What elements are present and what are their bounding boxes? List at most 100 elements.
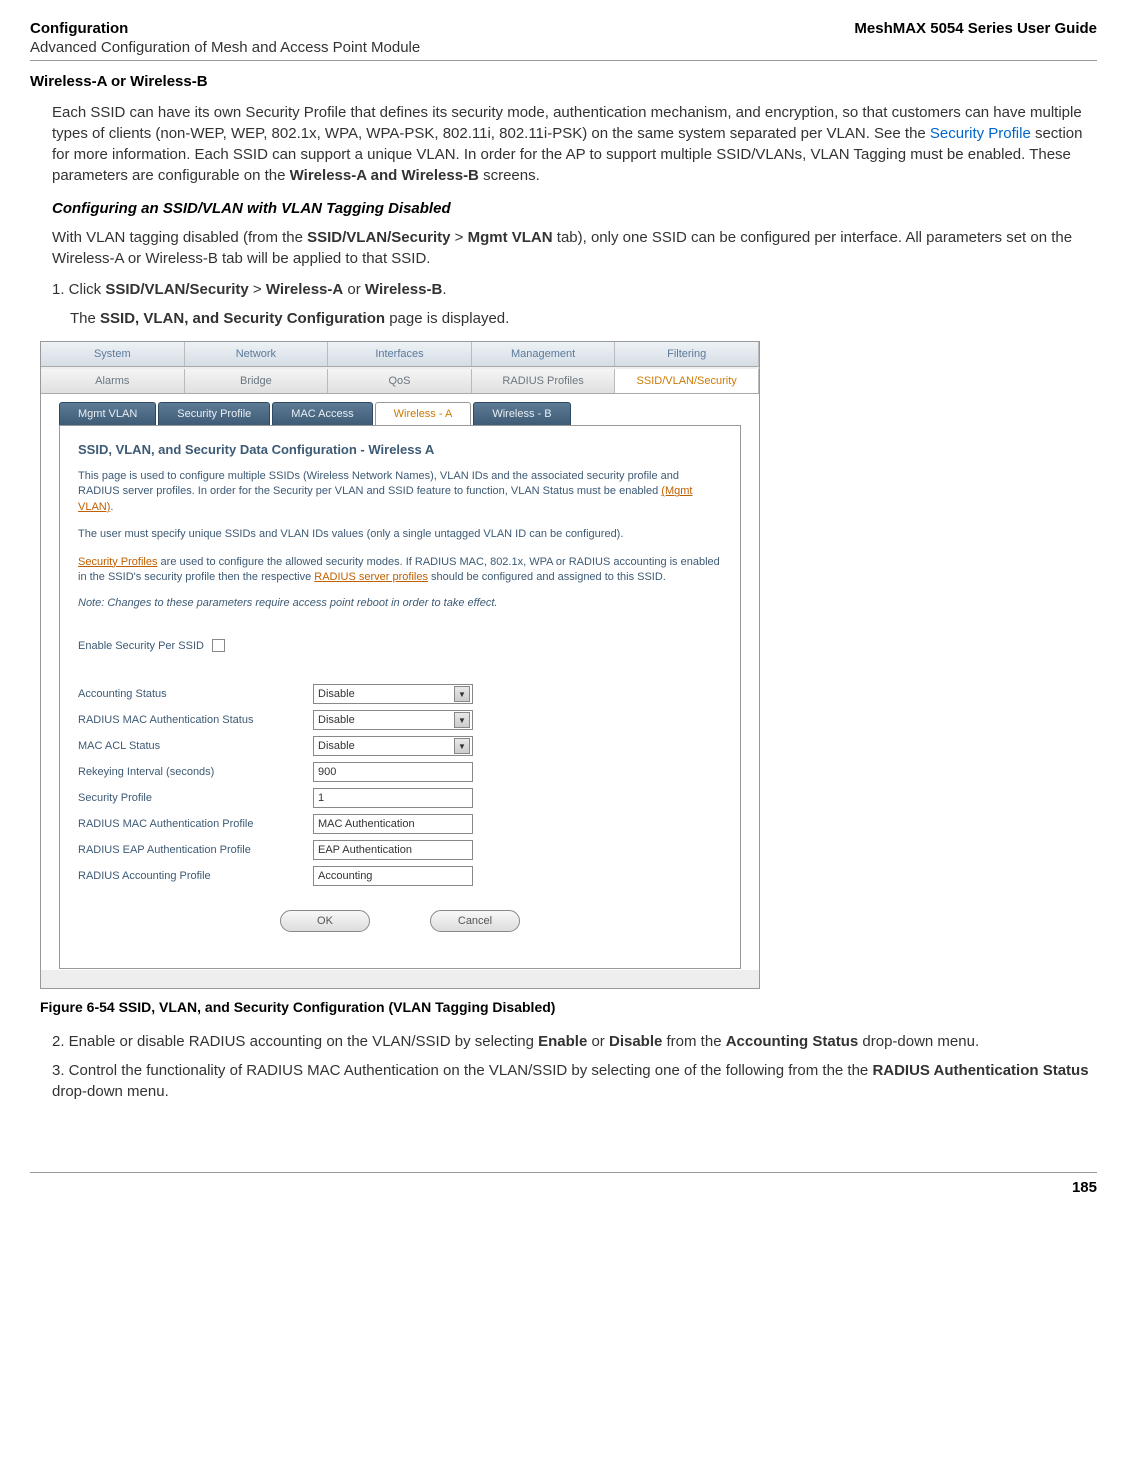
tab-network[interactable]: Network [185, 342, 329, 366]
radius-mac-auth-profile-label: RADIUS MAC Authentication Profile [78, 818, 313, 830]
ok-button[interactable]: OK [280, 910, 370, 932]
tab-interfaces[interactable]: Interfaces [328, 342, 472, 366]
step1-mid1: > [249, 281, 266, 298]
config-screenshot: System Network Interfaces Management Fil… [40, 341, 760, 989]
step1-b2: Wireless-A [266, 281, 343, 298]
enable-security-row: Enable Security Per SSID [78, 639, 722, 652]
para2-text1: With VLAN tagging disabled (from the [52, 229, 307, 246]
chevron-down-icon: ▼ [454, 712, 470, 728]
radius-mac-auth-profile-input[interactable]: MAC Authentication [313, 814, 473, 834]
step2-num: 2. Enable or disable RADIUS accounting o… [52, 1033, 538, 1050]
cancel-button[interactable]: Cancel [430, 910, 520, 932]
security-profiles-link[interactable]: Security Profiles [78, 556, 157, 568]
radius-mac-auth-status-label: RADIUS MAC Authentication Status [78, 714, 313, 726]
tab-alarms[interactable]: Alarms [41, 369, 185, 393]
step2-mid2: from the [662, 1033, 725, 1050]
security-profile-row: Security Profile 1 [78, 788, 722, 808]
accounting-status-value: Disable [318, 688, 355, 700]
subtab-wireless-b[interactable]: Wireless - B [473, 402, 570, 426]
radius-eap-auth-profile-row: RADIUS EAP Authentication Profile EAP Au… [78, 840, 722, 860]
radius-server-profiles-link[interactable]: RADIUS server profiles [314, 571, 428, 583]
sub-heading: Configuring an SSID/VLAN with VLAN Taggi… [52, 200, 1097, 217]
panel-text3-end: should be configured and assigned to thi… [428, 571, 666, 583]
step1-b1: SSID/VLAN/Security [105, 281, 248, 298]
panel-text1-pre: This page is used to configure multiple … [78, 470, 679, 497]
tab-management[interactable]: Management [472, 342, 616, 366]
tab-filtering[interactable]: Filtering [615, 342, 759, 366]
panel-text1-end: . [110, 501, 113, 513]
radius-mac-auth-status-row: RADIUS MAC Authentication Status Disable… [78, 710, 722, 730]
step2-b1: Enable [538, 1033, 587, 1050]
radius-accounting-profile-label: RADIUS Accounting Profile [78, 870, 313, 882]
button-row: OK Cancel [78, 910, 722, 932]
accounting-status-label: Accounting Status [78, 688, 313, 700]
step2-b3: Accounting Status [726, 1033, 859, 1050]
radius-mac-auth-status-value: Disable [318, 714, 355, 726]
enable-security-checkbox[interactable] [212, 639, 225, 652]
header-sub: Advanced Configuration of Mesh and Acces… [30, 39, 1097, 56]
step3-b1: RADIUS Authentication Status [872, 1062, 1088, 1079]
radius-eap-auth-profile-input[interactable]: EAP Authentication [313, 840, 473, 860]
accounting-status-row: Accounting Status Disable ▼ [78, 684, 722, 704]
step-2: 2. Enable or disable RADIUS accounting o… [52, 1031, 1097, 1052]
panel-text-2: The user must specify unique SSIDs and V… [78, 527, 722, 542]
security-profile-link[interactable]: Security Profile [930, 125, 1031, 142]
header-right: MeshMAX 5054 Series User Guide [854, 20, 1097, 37]
radius-accounting-profile-input[interactable]: Accounting [313, 866, 473, 886]
security-profile-label: Security Profile [78, 792, 313, 804]
tab-qos[interactable]: QoS [328, 369, 472, 393]
step-1-result: The SSID, VLAN, and Security Configurati… [70, 308, 1097, 329]
page-number: 185 [1072, 1179, 1097, 1196]
step-3: 3. Control the functionality of RADIUS M… [52, 1060, 1097, 1102]
subtab-mgmt-vlan[interactable]: Mgmt VLAN [59, 402, 156, 426]
step1-result-text: The [70, 310, 100, 327]
step1-result-bold: SSID, VLAN, and Security Configuration [100, 310, 385, 327]
para2-bold1: SSID/VLAN/Security [307, 229, 450, 246]
accounting-status-select[interactable]: Disable ▼ [313, 684, 473, 704]
step-1: 1. Click SSID/VLAN/Security > Wireless-A… [52, 279, 1097, 300]
subtab-security-profile[interactable]: Security Profile [158, 402, 270, 426]
step1-mid2: or [343, 281, 365, 298]
radius-accounting-profile-row: RADIUS Accounting Profile Accounting [78, 866, 722, 886]
step3-end: drop-down menu. [52, 1083, 169, 1100]
para1-bold: Wireless-A and Wireless-B [290, 167, 479, 184]
rekeying-interval-input[interactable]: 900 [313, 762, 473, 782]
step1-b3: Wireless-B [365, 281, 442, 298]
page-footer: 185 [30, 1172, 1097, 1196]
para1-text1: Each SSID can have its own Security Prof… [52, 104, 1082, 142]
subtab-wireless-a[interactable]: Wireless - A [375, 402, 472, 426]
enable-security-label: Enable Security Per SSID [78, 640, 204, 652]
subtab-mac-access[interactable]: MAC Access [272, 402, 372, 426]
radius-mac-auth-profile-row: RADIUS MAC Authentication Profile MAC Au… [78, 814, 722, 834]
radius-eap-auth-profile-label: RADIUS EAP Authentication Profile [78, 844, 313, 856]
paragraph-2: With VLAN tagging disabled (from the SSI… [52, 227, 1097, 269]
paragraph-1: Each SSID can have its own Security Prof… [52, 102, 1097, 186]
step2-end: drop-down menu. [858, 1033, 979, 1050]
panel-title: SSID, VLAN, and Security Data Configurat… [78, 442, 722, 457]
tab-bridge[interactable]: Bridge [185, 369, 329, 393]
chevron-down-icon: ▼ [454, 686, 470, 702]
step2-mid1: or [587, 1033, 609, 1050]
figure-caption: Figure 6-54 SSID, VLAN, and Security Con… [40, 999, 1097, 1015]
header-divider [30, 60, 1097, 61]
step1-end: . [442, 281, 446, 298]
tab-ssid-vlan-security[interactable]: SSID/VLAN/Security [615, 369, 759, 393]
section-title: Wireless-A or Wireless-B [30, 73, 1097, 90]
step3-num: 3. Control the functionality of RADIUS M… [52, 1062, 872, 1079]
rekeying-interval-label: Rekeying Interval (seconds) [78, 766, 313, 778]
chevron-down-icon: ▼ [454, 738, 470, 754]
radius-mac-auth-status-select[interactable]: Disable ▼ [313, 710, 473, 730]
panel-text-1: This page is used to configure multiple … [78, 469, 722, 515]
mac-acl-status-value: Disable [318, 740, 355, 752]
security-profile-input[interactable]: 1 [313, 788, 473, 808]
secondary-tabs: Alarms Bridge QoS RADIUS Profiles SSID/V… [41, 369, 759, 394]
panel-text-3: Security Profiles are used to configure … [78, 555, 722, 586]
step2-b2: Disable [609, 1033, 662, 1050]
tab-radius-profiles[interactable]: RADIUS Profiles [472, 369, 616, 393]
step1-num: 1. Click [52, 281, 105, 298]
mac-acl-status-select[interactable]: Disable ▼ [313, 736, 473, 756]
rekeying-interval-row: Rekeying Interval (seconds) 900 [78, 762, 722, 782]
header-left: Configuration [30, 20, 128, 37]
tab-system[interactable]: System [41, 342, 185, 366]
para2-bold2: Mgmt VLAN [468, 229, 553, 246]
